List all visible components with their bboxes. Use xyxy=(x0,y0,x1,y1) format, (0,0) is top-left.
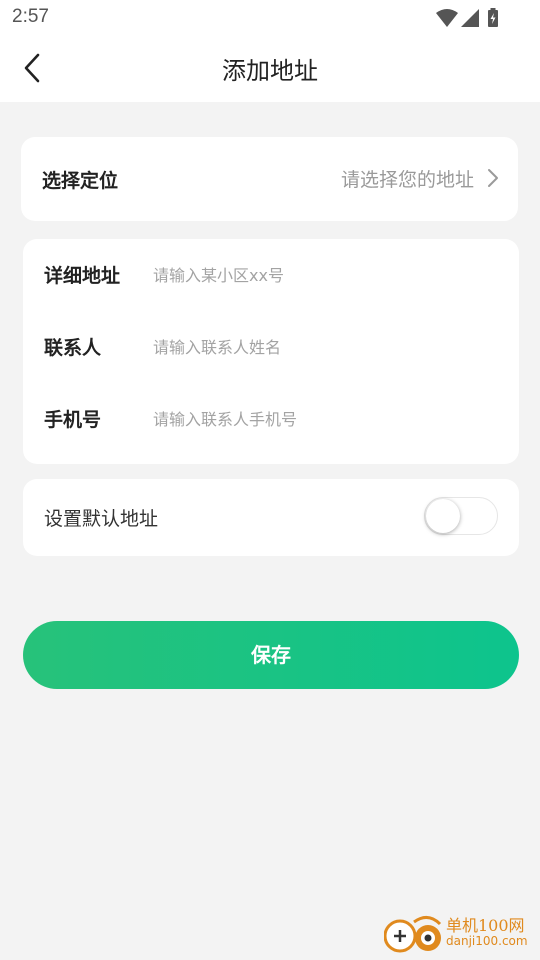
detail-address-input[interactable] xyxy=(153,261,493,289)
watermark-logo xyxy=(384,916,442,953)
detail-address-row: 详细地址 xyxy=(23,251,519,299)
location-card[interactable]: 选择定位 请选择您的地址 xyxy=(21,137,518,221)
header: 添加地址 xyxy=(0,36,540,102)
location-value[interactable]: 请选择您的地址 xyxy=(341,165,474,192)
phone-label: 手机号 xyxy=(44,409,102,431)
status-icons xyxy=(436,8,500,28)
toggle-knob xyxy=(426,499,460,533)
contact-row: 联系人 xyxy=(23,323,519,371)
address-form-card: 详细地址 联系人 手机号 xyxy=(23,239,519,464)
phone-row: 手机号 xyxy=(23,395,519,443)
default-address-card: 设置默认地址 xyxy=(23,479,519,556)
default-address-toggle[interactable] xyxy=(424,497,498,535)
signal-icon xyxy=(461,9,479,27)
page-title: 添加地址 xyxy=(222,57,318,85)
location-label: 选择定位 xyxy=(42,170,119,192)
default-address-label: 设置默认地址 xyxy=(44,508,159,530)
phone-input[interactable] xyxy=(153,405,493,433)
chevron-right-icon xyxy=(488,169,498,187)
save-button[interactable]: 保存 xyxy=(23,621,519,689)
contact-input[interactable] xyxy=(153,333,493,361)
status-bar: 2:57 xyxy=(0,0,540,36)
wifi-icon xyxy=(436,9,458,27)
contact-label: 联系人 xyxy=(44,337,102,359)
status-time: 2:57 xyxy=(12,6,49,27)
watermark-url: danji100.com xyxy=(446,934,528,948)
watermark-name: 单机100网 xyxy=(446,916,525,935)
detail-address-label: 详细地址 xyxy=(44,265,121,287)
watermark: 单机100网 danji100.com xyxy=(384,912,534,956)
battery-charging-icon xyxy=(488,8,498,27)
